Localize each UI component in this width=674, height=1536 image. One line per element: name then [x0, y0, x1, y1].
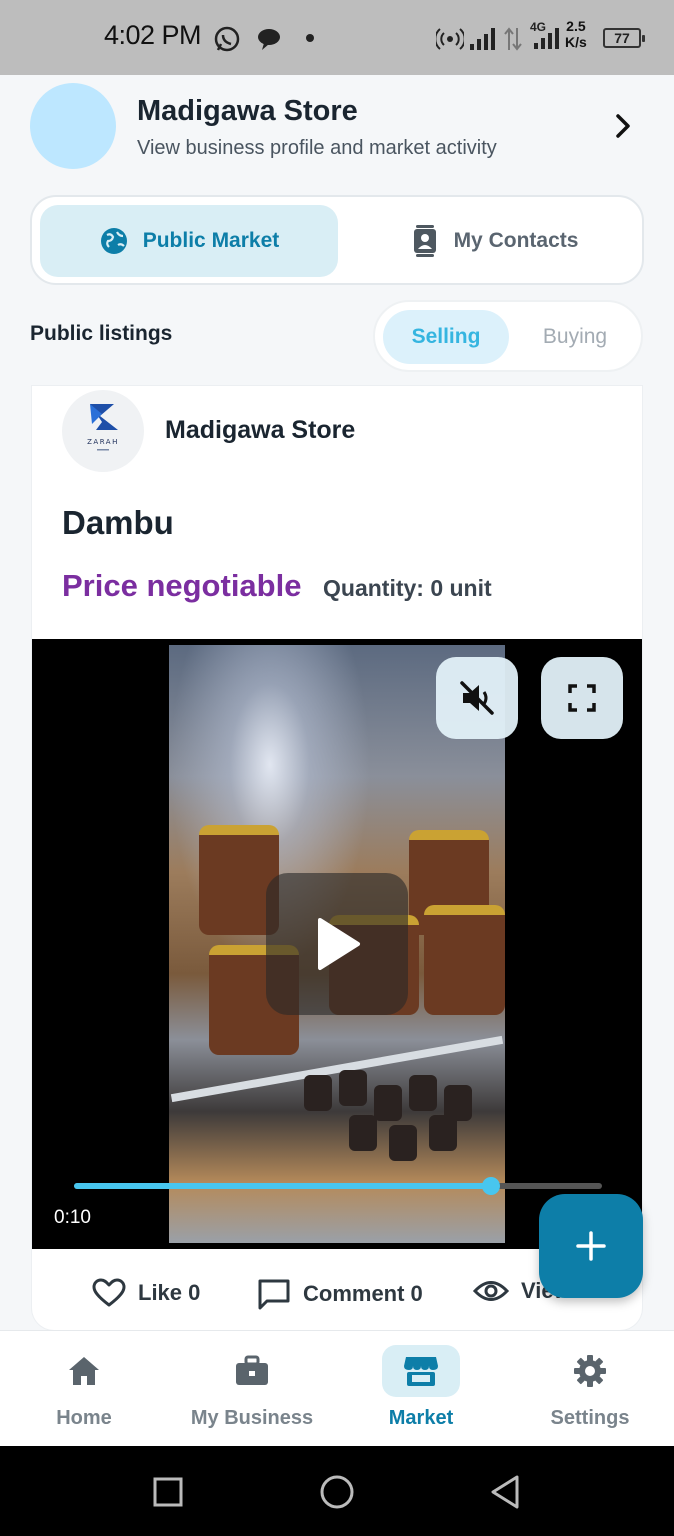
video-progress-bar[interactable]	[74, 1177, 602, 1195]
bottle-image	[409, 1075, 437, 1111]
gear-icon	[574, 1355, 606, 1387]
bottle-image	[374, 1085, 402, 1121]
battery-indicator: 77	[603, 28, 645, 48]
zarah-logo: ZARAH	[87, 404, 119, 451]
comment-icon	[258, 1279, 290, 1310]
bottle-image	[304, 1075, 332, 1111]
nav-icon-wrap	[45, 1345, 123, 1397]
store-name: Madigawa Store	[137, 95, 358, 127]
svg-text:ZARAH: ZARAH	[87, 438, 119, 446]
nav-label: Market	[388, 1407, 454, 1429]
business-profile-header[interactable]: Madigawa Store View business profile and…	[0, 75, 674, 185]
whatsapp-icon	[214, 26, 240, 52]
mute-button[interactable]	[436, 657, 518, 739]
like-button[interactable]: Like 0	[92, 1278, 200, 1308]
jar-image	[424, 905, 505, 1015]
hotspot-icon	[436, 28, 464, 50]
video-player[interactable]: 0:10	[32, 639, 642, 1249]
tab-label: My Contacts	[453, 229, 579, 252]
play-icon	[318, 918, 360, 970]
nav-icon-wrap	[551, 1345, 629, 1397]
plus-icon	[576, 1231, 606, 1261]
comment-button[interactable]: Comment 0	[257, 1278, 423, 1310]
video-time: 0:10	[54, 1207, 91, 1228]
chat-bubble-icon	[258, 29, 280, 50]
seller-name[interactable]: Madigawa Store	[165, 416, 355, 445]
tab-my-contacts[interactable]: My Contacts	[352, 205, 636, 277]
volume-off-icon	[460, 681, 494, 715]
comment-count: Comment 0	[303, 1281, 423, 1306]
nav-item-market[interactable]: Market	[337, 1345, 505, 1435]
status-time: 4:02 PM	[104, 20, 202, 50]
data-arrows-icon	[504, 27, 522, 51]
eye-icon	[473, 1281, 509, 1301]
listings-title: Public listings	[30, 322, 173, 345]
store-subtitle: View business profile and market activit…	[137, 137, 497, 159]
heart-icon	[92, 1278, 126, 1307]
fullscreen-icon	[568, 684, 596, 712]
system-navigation-bar	[0, 1446, 674, 1536]
listing-card[interactable]: ZARAH Madigawa Store Dambu Price negotia…	[32, 386, 642, 1330]
seller-logo[interactable]: ZARAH	[62, 390, 144, 472]
add-listing-button[interactable]	[539, 1194, 643, 1298]
home-icon	[69, 1357, 99, 1385]
tab-public-market[interactable]: Public Market	[40, 205, 338, 277]
signal-4g-icon	[534, 28, 559, 49]
nav-item-my-business[interactable]: My Business	[168, 1345, 336, 1435]
dot-icon	[306, 34, 314, 42]
network-speed: 2.5 K/s	[565, 18, 587, 50]
nav-label: Home	[56, 1407, 112, 1429]
globe-icon	[100, 228, 127, 254]
tab-label: Public Market	[142, 229, 280, 252]
briefcase-icon	[236, 1355, 268, 1385]
bottle-image	[429, 1115, 457, 1151]
recent-apps-icon[interactable]	[152, 1476, 184, 1508]
play-button[interactable]	[266, 873, 408, 1015]
nav-item-home[interactable]: Home	[0, 1345, 168, 1435]
market-tabs: Public Market My Contacts	[30, 195, 644, 285]
home-circle-icon[interactable]	[319, 1474, 355, 1510]
bottle-image	[339, 1070, 367, 1106]
selling-buying-toggle: Selling Buying	[373, 300, 643, 372]
store-icon	[404, 1357, 438, 1386]
product-title: Dambu	[62, 504, 174, 541]
contacts-icon	[413, 225, 436, 257]
signal-icon	[470, 28, 495, 50]
like-count: Like 0	[138, 1280, 201, 1305]
nav-label: Settings	[550, 1407, 630, 1429]
chevron-right-icon[interactable]	[608, 111, 638, 141]
status-bar: 4:02 PM 4G 2.5 K/s 77	[0, 0, 674, 75]
bottle-image	[389, 1125, 417, 1161]
fullscreen-button[interactable]	[541, 657, 623, 739]
nav-label: My Business	[190, 1407, 314, 1429]
bottom-navigation: Home My Business Market Settings	[0, 1330, 674, 1446]
toggle-buying[interactable]: Buying	[513, 310, 637, 364]
quantity-label: Quantity: 0 unit	[323, 575, 492, 601]
nav-icon-wrap	[213, 1345, 291, 1397]
progress-fill	[74, 1183, 492, 1189]
avatar[interactable]	[30, 83, 116, 169]
nav-item-settings[interactable]: Settings	[506, 1345, 674, 1435]
back-icon[interactable]	[489, 1474, 521, 1510]
price-label: Price negotiable	[62, 568, 302, 603]
nav-icon-wrap	[382, 1345, 460, 1397]
progress-knob[interactable]	[482, 1177, 501, 1195]
toggle-selling[interactable]: Selling	[383, 310, 509, 364]
bottle-image	[349, 1115, 377, 1151]
